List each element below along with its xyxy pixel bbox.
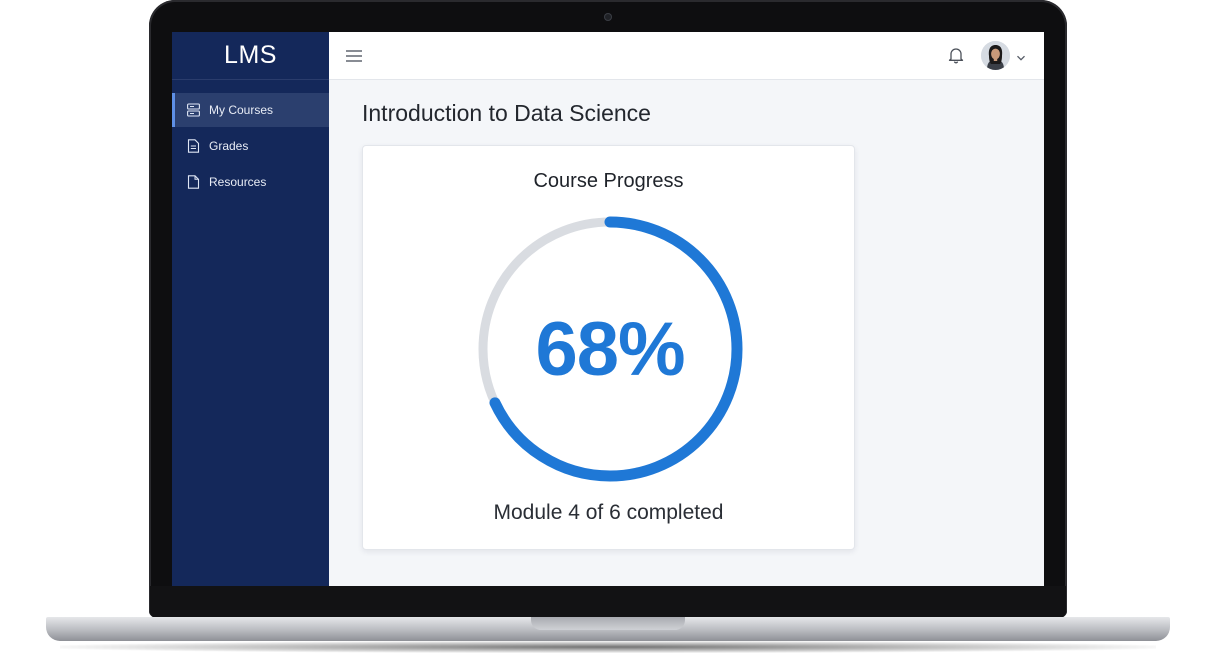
- camera-icon: [604, 13, 612, 21]
- laptop-base-notch: [531, 617, 685, 630]
- app-screen: LMS My Courses Grades Resources Introduc…: [172, 32, 1044, 586]
- sidebar-item-label: Grades: [209, 139, 249, 153]
- avatar[interactable]: [981, 41, 1010, 70]
- laptop-shadow: [60, 641, 1156, 653]
- sidebar-item-grades[interactable]: Grades: [172, 129, 329, 163]
- top-bar: [329, 32, 1044, 80]
- progress-percent: 68%: [535, 306, 685, 392]
- module-status-text: Module 4 of 6 completed: [493, 501, 724, 524]
- sidebar-item-resources[interactable]: Resources: [172, 165, 329, 199]
- sidebar-nav: My Courses Grades Resources: [172, 93, 329, 199]
- course-progress-card: Course Progress 68% Module 4 of 6 comple…: [362, 145, 855, 550]
- card-title: Course Progress: [533, 170, 684, 192]
- sidebar-item-my-courses[interactable]: My Courses: [172, 93, 329, 127]
- file-icon: [187, 175, 200, 189]
- sidebar-item-label: My Courses: [209, 103, 274, 117]
- courses-icon: [187, 103, 200, 117]
- bell-icon[interactable]: [947, 46, 965, 64]
- laptop-bezel-bottom: [150, 586, 1066, 618]
- sidebar-item-label: Resources: [209, 175, 267, 189]
- hamburger-menu-icon[interactable]: [346, 49, 362, 62]
- page-title: Introduction to Data Science: [362, 100, 651, 126]
- document-icon: [187, 139, 200, 153]
- sidebar: LMS My Courses Grades Resources: [172, 32, 329, 586]
- chevron-down-icon[interactable]: [1016, 50, 1026, 61]
- app-logo[interactable]: LMS: [172, 32, 329, 80]
